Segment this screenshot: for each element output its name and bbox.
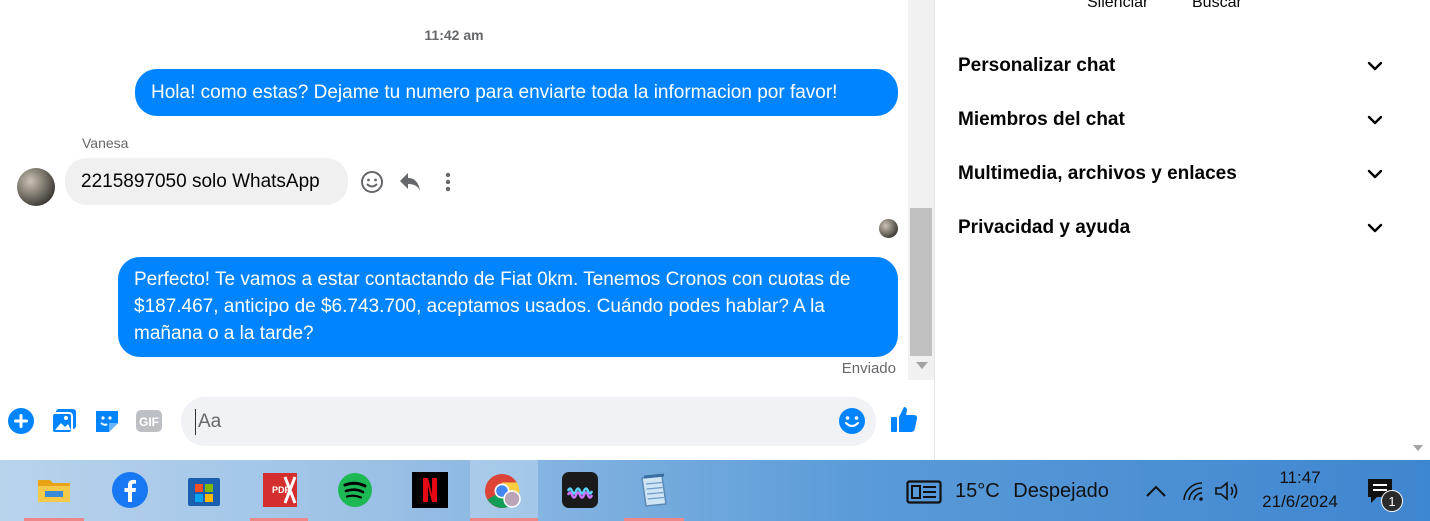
store-icon[interactable] [184, 470, 224, 510]
message-composer: GIF [0, 396, 934, 448]
notepad-icon[interactable] [634, 470, 674, 510]
chat-area: 11:42 am Hola! como estas? Dejame tu num… [0, 0, 908, 460]
gif-icon[interactable]: GIF [134, 406, 164, 436]
chrome-taskbar-button[interactable] [470, 460, 538, 521]
sender-name: Vanesa [82, 135, 129, 151]
chevron-down-icon [1365, 110, 1385, 130]
weather-widget[interactable]: 15°C Despejado [955, 480, 1109, 503]
photo-icon[interactable] [49, 406, 79, 436]
gif-label: GIF [139, 415, 159, 429]
message-text: Hola! como estas? Dejame tu numero para … [151, 82, 838, 103]
section-media-files-links[interactable]: Multimedia, archivos y enlaces [958, 154, 1385, 194]
message-text: 2215897050 solo WhatsApp [81, 171, 320, 192]
more-icon[interactable] [436, 168, 460, 196]
sticker-icon[interactable] [92, 406, 122, 436]
outgoing-message[interactable]: Perfecto! Te vamos a estar contactando d… [118, 257, 898, 357]
like-icon[interactable] [889, 404, 919, 434]
section-privacy-help[interactable]: Privacidad y ayuda [958, 208, 1385, 248]
message-actions [360, 168, 460, 196]
outgoing-message[interactable]: Hola! como estas? Dejame tu numero para … [135, 69, 898, 116]
clock-date: 21/6/2024 [1262, 492, 1338, 511]
pdf-icon[interactable]: PDF [260, 470, 300, 510]
chat-info-panel: Silenciar Buscar Personalizar chat Miemb… [935, 0, 1405, 460]
weather-condition: Despejado [1013, 480, 1109, 502]
weather-temp: 15°C [955, 480, 1000, 502]
windows-taskbar: PDF 15°C Despejado 11:47 21/6/2024 [0, 460, 1430, 521]
message-text: Perfecto! Te vamos a estar contactando d… [134, 269, 851, 344]
plus-icon[interactable] [6, 406, 36, 436]
section-label: Personalizar chat [958, 55, 1116, 76]
chevron-up-icon[interactable] [1143, 480, 1169, 502]
deezer-icon[interactable] [560, 470, 600, 510]
section-label: Multimedia, archivos y enlaces [958, 163, 1237, 184]
wifi-icon[interactable] [1180, 480, 1206, 502]
notification-count-badge: 1 [1381, 490, 1403, 512]
scroll-down-icon[interactable] [1413, 445, 1423, 451]
incoming-message[interactable]: 2215897050 solo WhatsApp [65, 158, 348, 205]
system-clock[interactable]: 11:47 21/6/2024 [1250, 466, 1350, 514]
chevron-down-icon [1365, 56, 1385, 76]
emoji-icon[interactable] [838, 407, 866, 435]
netflix-icon[interactable] [410, 470, 450, 510]
chrome-icon [485, 473, 521, 508]
scroll-down-icon[interactable] [916, 362, 928, 369]
message-input[interactable] [195, 409, 815, 435]
news-weather-icon[interactable] [906, 480, 942, 504]
react-icon[interactable] [360, 168, 384, 196]
section-label: Miembros del chat [958, 109, 1125, 130]
section-customize-chat[interactable]: Personalizar chat [958, 46, 1385, 86]
chat-scrollbar[interactable] [908, 0, 934, 380]
volume-icon[interactable] [1214, 480, 1240, 502]
sent-status: Enviado [841, 360, 896, 377]
scrollbar-thumb[interactable] [910, 208, 932, 356]
mute-button[interactable]: Silenciar [1087, 0, 1148, 12]
chevron-down-icon [1365, 218, 1385, 238]
clock-time: 11:47 [1279, 468, 1321, 487]
panel-scrollbar[interactable] [1405, 0, 1430, 460]
file-explorer-icon[interactable] [34, 470, 74, 510]
avatar[interactable] [17, 168, 55, 206]
facebook-icon[interactable] [110, 470, 150, 510]
messenger-window: 11:42 am Hola! como estas? Dejame tu num… [0, 0, 1430, 521]
section-chat-members[interactable]: Miembros del chat [958, 100, 1385, 140]
spotify-icon[interactable] [335, 470, 375, 510]
message-timestamp: 11:42 am [424, 27, 484, 43]
message-input-box [181, 397, 876, 446]
search-button[interactable]: Buscar [1192, 0, 1242, 12]
reply-icon[interactable] [398, 168, 422, 196]
chevron-down-icon [1365, 164, 1385, 184]
section-label: Privacidad y ayuda [958, 217, 1131, 238]
read-receipt-avatar [879, 219, 898, 238]
